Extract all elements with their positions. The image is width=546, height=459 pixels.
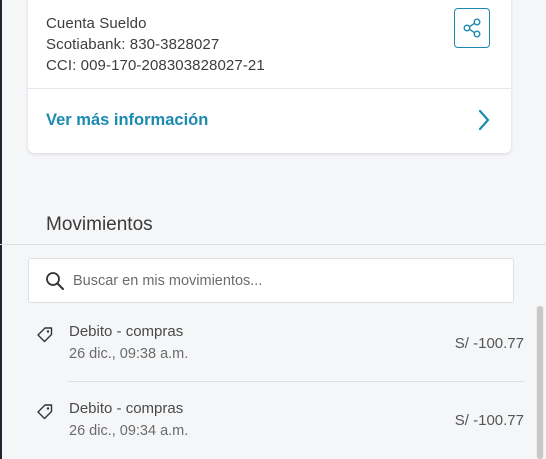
account-type: Cuenta Sueldo [46,15,147,32]
movements-list: Debito - compras 26 dic., 09:38 a.m. S/ … [28,306,534,459]
share-icon [463,18,481,38]
chevron-right-icon [478,109,490,131]
tag-icon [37,327,53,343]
movement-title: Debito - compras [69,400,184,417]
account-card: Cuenta Sueldo Scotiabank: 830-3828027 CC… [28,0,511,153]
movement-item[interactable]: Debito - compras 26 dic., 09:34 a.m. S/ … [28,383,534,459]
section-divider [0,244,546,245]
search-icon [46,272,64,290]
movements-title: Movimientos [46,214,153,235]
account-cci: CCI: 009-170-208303828027-21 [46,57,265,74]
movement-title: Debito - compras [69,323,184,340]
row-divider [68,381,524,382]
search-input[interactable] [73,270,493,292]
more-info-link[interactable]: Ver más información [28,89,511,153]
scrollbar-thumb[interactable] [537,306,543,459]
tag-icon [37,404,53,420]
movement-date: 26 dic., 09:38 a.m. [69,346,189,362]
movement-amount: S/ -100.77 [454,335,524,352]
movement-amount: S/ -100.77 [454,412,524,429]
search-box[interactable] [28,258,514,303]
scrollbar[interactable] [536,306,544,459]
window-edge [0,0,2,459]
movement-date: 26 dic., 09:34 a.m. [69,423,189,439]
account-number: Scotiabank: 830-3828027 [46,36,220,53]
movement-item[interactable]: Debito - compras 26 dic., 09:38 a.m. S/ … [28,306,534,382]
more-info-label: Ver más información [46,111,209,129]
share-button[interactable] [454,8,490,48]
